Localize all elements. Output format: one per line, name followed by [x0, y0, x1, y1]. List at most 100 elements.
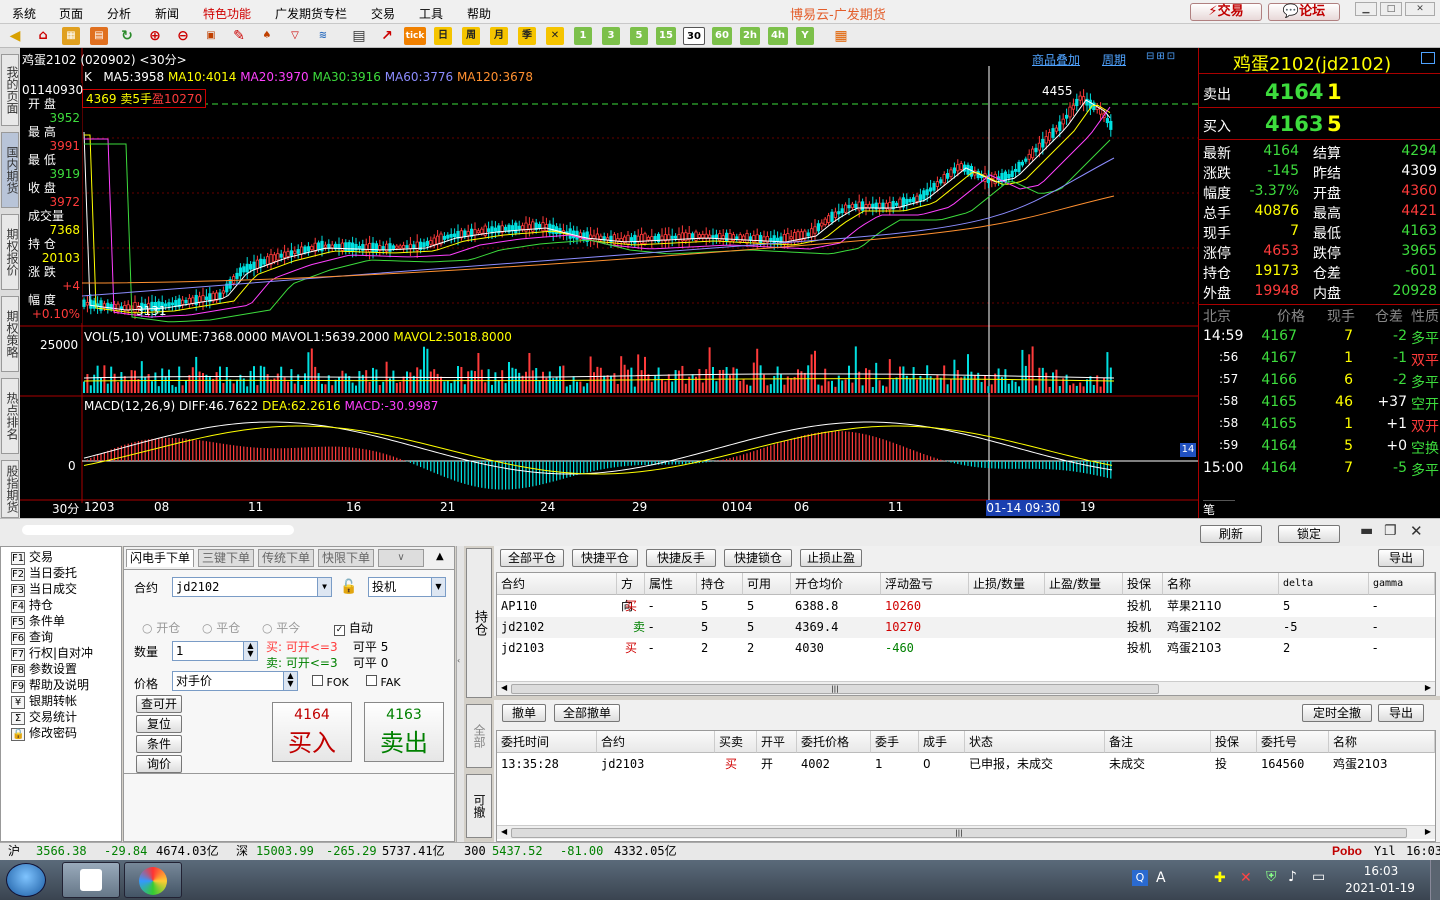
fak-checkbox[interactable]: FAK — [366, 675, 401, 689]
nav-item[interactable]: F5 条件单 — [11, 613, 65, 629]
hedge-select[interactable]: 投机 ▼ — [368, 577, 446, 597]
nav-item[interactable]: ¥ 银期转帐 — [11, 693, 77, 709]
orders-column-header[interactable]: 委托号 — [1257, 731, 1329, 753]
inquiry-button[interactable]: 询价 — [136, 755, 182, 773]
contract-select[interactable]: jd2102 ▼ — [172, 577, 332, 597]
chart-line-icon[interactable]: ↗ — [378, 27, 396, 45]
panel-restore-icon[interactable]: ❐ — [1384, 523, 1397, 539]
panel-minimize-icon[interactable]: ▬ — [1360, 523, 1373, 539]
buy-button[interactable]: 4164 买入 — [272, 702, 352, 762]
security-shield-icon[interactable]: ⛨ — [1266, 869, 1277, 885]
kline-chart[interactable]: 鸡蛋2102 (020902) <30分> 商品叠加 周期 ⊟⊞⊡ K MA5:… — [20, 48, 1198, 518]
period-4h-button[interactable]: 4h — [768, 27, 788, 45]
quarterly-button[interactable]: 季 — [518, 27, 536, 45]
open-radio[interactable]: ○ 开仓 — [142, 619, 180, 636]
menu-system[interactable]: 系统 — [12, 5, 36, 22]
close-icon[interactable]: ✕ — [1405, 2, 1435, 16]
menu-features[interactable]: 特色功能 — [203, 5, 251, 22]
tabs-more-icon[interactable]: ∨ — [378, 549, 424, 567]
brush-icon[interactable]: ♠ — [258, 27, 276, 45]
period-5-button[interactable]: 5 — [630, 27, 648, 45]
tray-add-icon[interactable]: ✚ — [1214, 870, 1226, 886]
period-2h-button[interactable]: 2h — [740, 27, 760, 45]
menu-page[interactable]: 页面 — [59, 5, 83, 22]
nav-item[interactable]: F2 当日委托 — [11, 565, 77, 581]
orders-column-header[interactable]: 委托价格 — [797, 731, 871, 753]
reset-button[interactable]: 复位 — [136, 715, 182, 733]
positions-column-header[interactable]: 开仓均价 — [791, 573, 881, 595]
positions-column-header[interactable]: 止损/数量 — [969, 573, 1045, 595]
position-action-button[interactable]: 快捷平仓 — [572, 549, 638, 567]
vtab-positions[interactable]: 持仓 — [466, 548, 492, 698]
auto-checkbox[interactable]: ✓ 自动 — [334, 619, 373, 636]
custom-period-icon[interactable]: ✕ — [546, 27, 564, 45]
menu-help[interactable]: 帮助 — [467, 5, 491, 22]
positions-column-header[interactable]: 属性 — [645, 573, 697, 595]
nav-item[interactable]: F7 行权|自对冲 — [11, 645, 93, 661]
nav-item[interactable]: F1 交易 — [11, 549, 53, 565]
layout-toggle-icon[interactable]: ⊟⊞⊡ — [1146, 51, 1194, 64]
positions-column-header[interactable]: 名称 — [1163, 573, 1279, 595]
side-tab-options-quote[interactable]: 期权报价 — [1, 214, 19, 290]
indicator-icon[interactable]: ≋ — [314, 27, 332, 45]
home-icon[interactable]: ⌂ — [34, 27, 52, 45]
commodity-overlay-link[interactable]: 商品叠加 — [1032, 51, 1080, 68]
position-row[interactable]: AP110 买 -5 5 6388.8 10260 投机 苹果2110 5- — [497, 596, 1435, 617]
tab-fast-limit-order[interactable]: 快限下单 — [318, 549, 374, 567]
tab-traditional-order[interactable]: 传统下单 — [258, 549, 314, 567]
condition-button[interactable]: 条件 — [136, 735, 182, 753]
volume-icon[interactable]: ♪ — [1288, 869, 1297, 885]
orders-column-header[interactable]: 委手 — [871, 731, 919, 753]
close-today-radio[interactable]: ○ 平今 — [262, 619, 300, 636]
start-button-icon[interactable] — [6, 863, 46, 897]
daily-button[interactable]: 日 — [434, 27, 452, 45]
display-icon[interactable]: ▭ — [1312, 869, 1325, 885]
orders-column-header[interactable]: 买卖 — [715, 731, 757, 753]
positions-column-header[interactable]: 方向 — [617, 573, 645, 613]
menu-tools[interactable]: 工具 — [419, 5, 443, 22]
nav-item[interactable]: F6 查询 — [11, 629, 53, 645]
side-tab-domestic-futures[interactable]: 国内期货 — [1, 132, 19, 208]
ask-row[interactable]: 卖出 4164 1 — [1199, 78, 1440, 108]
positions-hscrollbar[interactable]: ◀ ||| ▶ — [497, 681, 1435, 695]
menu-news[interactable]: 新闻 — [155, 5, 179, 22]
query-openable-button[interactable]: 查可开 — [136, 695, 182, 713]
period-year-button[interactable]: Y — [796, 27, 814, 45]
sell-button[interactable]: 4163 卖出 — [364, 702, 444, 762]
period-30-button[interactable]: 30 — [683, 27, 705, 45]
price-type-select[interactable]: 对手价 ▲ ▼ — [172, 671, 298, 691]
position-row[interactable]: jd2102 卖 -5 5 4369.4 10270 投机 鸡蛋2102 -5- — [497, 617, 1435, 638]
close-radio[interactable]: ○ 平仓 — [202, 619, 240, 636]
monthly-button[interactable]: 月 — [490, 27, 508, 45]
draw-pen-icon[interactable]: ✎ — [230, 27, 248, 45]
maximize-icon[interactable]: □ — [1380, 2, 1402, 16]
qty-stepper[interactable]: 1 ▲ ▼ — [172, 641, 258, 661]
nav-item[interactable]: F9 帮助及说明 — [11, 677, 89, 693]
window-icon[interactable]: ▣ — [202, 27, 220, 45]
position-row[interactable]: jd2103 买 -2 2 4030 -460 投机 鸡蛋2103 2- — [497, 638, 1435, 659]
orders-column-header[interactable]: 开平 — [757, 731, 797, 753]
forum-top-button[interactable]: 💬论坛 — [1268, 3, 1340, 21]
orders-column-header[interactable]: 状态 — [965, 731, 1105, 753]
zoom-out-icon[interactable]: ⊖ — [174, 27, 192, 45]
table-icon[interactable]: ▤ — [350, 27, 368, 45]
vtab-cancellable[interactable]: 可撤 — [466, 774, 492, 838]
weekly-button[interactable]: 周 — [462, 27, 480, 45]
minimize-icon[interactable]: ▁ — [1355, 2, 1377, 16]
show-desktop-button[interactable] — [1430, 860, 1440, 900]
back-arrow-icon[interactable]: ◀ — [6, 27, 24, 45]
orders-column-header[interactable]: 名称 — [1329, 731, 1435, 753]
taskbar-app-browser-icon[interactable] — [124, 862, 182, 898]
orders-column-header[interactable]: 委托时间 — [497, 731, 597, 753]
period-60-button[interactable]: 60 — [712, 27, 732, 45]
expand-icon[interactable] — [1421, 52, 1435, 64]
fok-checkbox[interactable]: FOK — [312, 675, 349, 689]
tab-flash-order[interactable]: 闪电手下单 — [126, 549, 194, 567]
positions-column-header[interactable]: 止盈/数量 — [1045, 573, 1123, 595]
period-1-button[interactable]: 1 — [574, 27, 592, 45]
bid-row[interactable]: 买入 4163 5 — [1199, 110, 1440, 140]
ime-icon[interactable]: Q — [1132, 870, 1148, 886]
position-action-button[interactable]: 快捷锁仓 — [724, 549, 792, 567]
filter-icon[interactable]: ▽ — [286, 27, 304, 45]
timed-cancel-all-button[interactable]: 定时全撤 — [1302, 704, 1372, 722]
